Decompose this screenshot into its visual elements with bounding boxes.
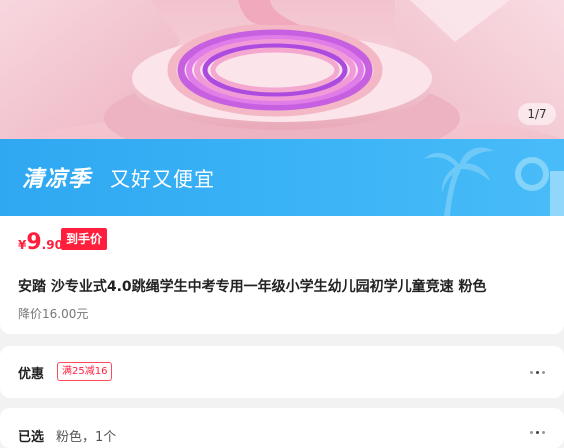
- carousel-page-indicator: 1/7: [518, 103, 556, 125]
- jump-rope-product-image: [0, 0, 564, 139]
- final-price: ¥9.90: [18, 230, 63, 255]
- more-icon[interactable]: [530, 370, 546, 376]
- discount-label: 优惠: [18, 367, 45, 382]
- product-image-carousel[interactable]: 1/7: [0, 0, 564, 139]
- selected-option-row[interactable]: 已选 粉色，1个: [0, 408, 564, 448]
- more-icon[interactable]: [530, 430, 546, 436]
- promo-subtitle: 又好又便宜: [110, 167, 215, 191]
- promo-banner[interactable]: 清凉季 又好又便宜: [0, 139, 564, 216]
- price-integer: 9: [26, 230, 42, 255]
- price-card: ¥9.90 到手价 安踏 沙专业式4.0跳绳学生中考专用一年级小学生幼儿园初学儿…: [0, 216, 564, 334]
- promo-title: 清凉季: [22, 167, 92, 192]
- price-decimal: .90: [41, 238, 63, 252]
- coupon-badge[interactable]: 满25减16: [57, 362, 113, 381]
- beach-ring-icon: [515, 157, 549, 191]
- discount-row[interactable]: 优惠 满25减16: [0, 346, 564, 398]
- final-price-tag: 到手价: [61, 228, 108, 250]
- price-drop-text: 降价16.00元: [18, 307, 89, 321]
- product-title: 安踏 沙专业式4.0跳绳学生中考专用一年级小学生幼儿园初学儿童竞速 粉色: [18, 279, 487, 295]
- palm-tree-icon: [424, 147, 564, 216]
